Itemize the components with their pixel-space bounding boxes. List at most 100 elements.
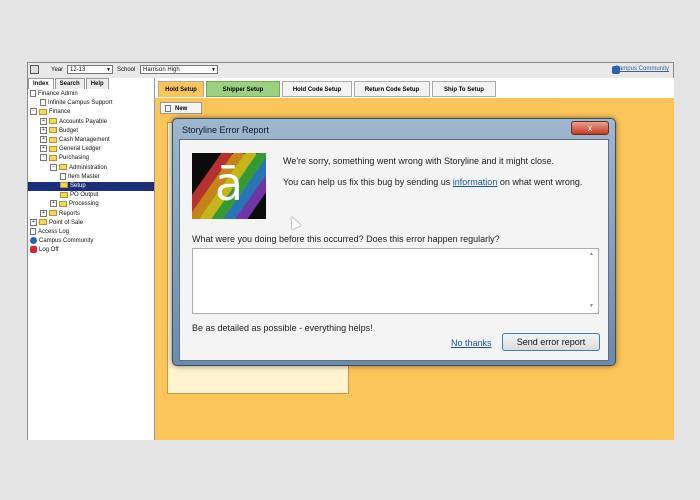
folder-icon: [59, 200, 67, 207]
scroll-up-icon[interactable]: ▲: [589, 251, 594, 257]
campus-community-link[interactable]: Campus Community: [615, 66, 669, 72]
tree-item[interactable]: Setup: [28, 182, 154, 191]
top-toolbar: Year 12-13 ▼ School Harrison High ▼ Camp…: [28, 63, 673, 79]
tree-item[interactable]: Access Log: [30, 228, 69, 237]
year-label: Year: [51, 67, 64, 73]
question-label: What were you doing before this occurred…: [192, 234, 500, 244]
tab-ship-to-setup[interactable]: Ship To Setup: [432, 81, 496, 97]
details-textarea[interactable]: [192, 248, 599, 314]
folder-icon: [60, 182, 68, 189]
new-button-label: New: [175, 106, 188, 112]
tree-item[interactable]: + Point of Sale: [30, 218, 84, 228]
chevron-down-icon: ▼: [211, 67, 216, 73]
error-message: We're sorry, something went wrong with S…: [283, 156, 554, 166]
tree-item-label: Finance: [49, 109, 71, 116]
menu-icon[interactable]: [30, 65, 39, 74]
collapse-icon[interactable]: -: [40, 154, 47, 162]
tree-item[interactable]: - Finance: [30, 108, 70, 117]
school-value: Harrison High: [143, 67, 180, 73]
help-message: You can help us fix this bug by sending …: [283, 176, 593, 188]
information-link[interactable]: information: [453, 177, 498, 187]
folder-icon: [49, 154, 57, 161]
tree-item-label: Processing: [69, 201, 99, 208]
year-value: 12-13: [70, 67, 86, 73]
tree-item-label: Finance Admin: [38, 91, 78, 98]
no-thanks-link[interactable]: No thanks: [451, 338, 492, 348]
tree-item-label: General Ledger: [59, 146, 101, 153]
dialog-title: Storyline Error Report: [182, 125, 270, 135]
globe-icon: [30, 237, 37, 245]
close-button[interactable]: x: [571, 121, 609, 135]
send-error-report-button[interactable]: Send error report: [502, 333, 600, 351]
expand-icon[interactable]: +: [40, 126, 47, 134]
help-text-pre: You can help us fix this bug by sending …: [283, 177, 453, 187]
tree-item[interactable]: PO Output: [60, 191, 98, 200]
folder-icon: [49, 127, 57, 134]
tree-item-label: Item Master: [68, 173, 100, 180]
tree-item-label: Point of Sale: [49, 219, 84, 226]
tree-item[interactable]: + Reports: [40, 209, 81, 219]
chevron-down-icon: ▼: [106, 67, 111, 73]
tab-search[interactable]: Search: [54, 78, 85, 89]
tree-item[interactable]: + Accounts Payable: [40, 117, 108, 127]
tree-item-label: Access Log: [38, 229, 70, 236]
folder-icon: [49, 118, 57, 125]
new-document-icon: [165, 105, 171, 112]
dialog-body: ā We're sorry, something went wrong with…: [179, 139, 609, 361]
tree-item-label: Administration: [69, 164, 108, 171]
tree-item-label: Campus Community: [39, 238, 94, 245]
folder-icon: [39, 108, 47, 115]
tree-item[interactable]: + Budget: [40, 126, 79, 136]
school-select[interactable]: Harrison High ▼: [140, 65, 218, 74]
new-button[interactable]: New: [160, 102, 202, 114]
tree-item[interactable]: Finance Admin: [30, 90, 78, 99]
tab-help[interactable]: Help: [85, 78, 109, 89]
folder-icon: [49, 136, 57, 143]
log-off-icon: [30, 246, 37, 254]
folder-icon: [49, 210, 57, 217]
scroll-down-icon[interactable]: ▼: [589, 303, 594, 309]
collapse-icon[interactable]: -: [30, 108, 37, 116]
tree-item[interactable]: - Administration: [50, 163, 108, 173]
tab-index[interactable]: Index: [28, 78, 54, 89]
error-report-dialog: Storyline Error Report x ā We're sorry, …: [172, 118, 616, 366]
tree-item[interactable]: Item Master: [60, 172, 100, 182]
expand-icon[interactable]: +: [40, 145, 47, 153]
document-icon: [60, 172, 66, 180]
tab-hold-setup[interactable]: Hold Setup: [158, 81, 204, 97]
tree-item[interactable]: - Purchasing: [40, 154, 89, 163]
tree-item[interactable]: Infinite Campus Support: [40, 99, 112, 108]
tree-item-label: Setup: [70, 183, 86, 189]
tree-item[interactable]: + Cash Management: [40, 136, 110, 145]
expand-icon[interactable]: +: [40, 136, 47, 143]
help-text-post: on what went wrong.: [497, 177, 583, 187]
folder-icon: [59, 164, 67, 171]
tree-item-label: Budget: [59, 127, 79, 134]
expand-icon[interactable]: +: [50, 200, 57, 208]
tree-item-label: Infinite Campus Support: [48, 100, 113, 107]
collapse-icon[interactable]: -: [50, 163, 57, 171]
tree-item-label: Purchasing: [59, 155, 90, 162]
document-icon: [30, 228, 36, 235]
sidebar-tabs: Index Search Help: [28, 78, 110, 89]
expand-icon[interactable]: +: [40, 117, 47, 125]
tree-item[interactable]: Campus Community: [30, 237, 93, 246]
expand-icon[interactable]: +: [40, 209, 47, 217]
folder-icon: [60, 191, 68, 198]
tab-hold-code-setup[interactable]: Hold Code Setup: [282, 81, 352, 97]
folder-icon: [49, 145, 57, 152]
folder-icon: [39, 219, 47, 226]
expand-icon[interactable]: +: [30, 218, 37, 226]
tree-item[interactable]: + General Ledger: [40, 145, 101, 154]
close-icon: x: [587, 123, 593, 133]
year-select[interactable]: 12-13 ▼: [67, 65, 113, 74]
logo-glyph: ā: [214, 157, 244, 211]
tree-item-label: Reports: [59, 210, 81, 217]
tree-item[interactable]: + Processing: [50, 200, 99, 209]
tree-item[interactable]: Log Off: [30, 246, 59, 255]
tree-item-label: Accounts Payable: [59, 118, 108, 125]
tree-item-label: Cash Management: [59, 137, 110, 144]
tab-shipper-setup[interactable]: Shipper Setup: [206, 81, 280, 97]
document-icon: [30, 90, 36, 97]
tab-return-code-setup[interactable]: Return Code Setup: [354, 81, 430, 97]
